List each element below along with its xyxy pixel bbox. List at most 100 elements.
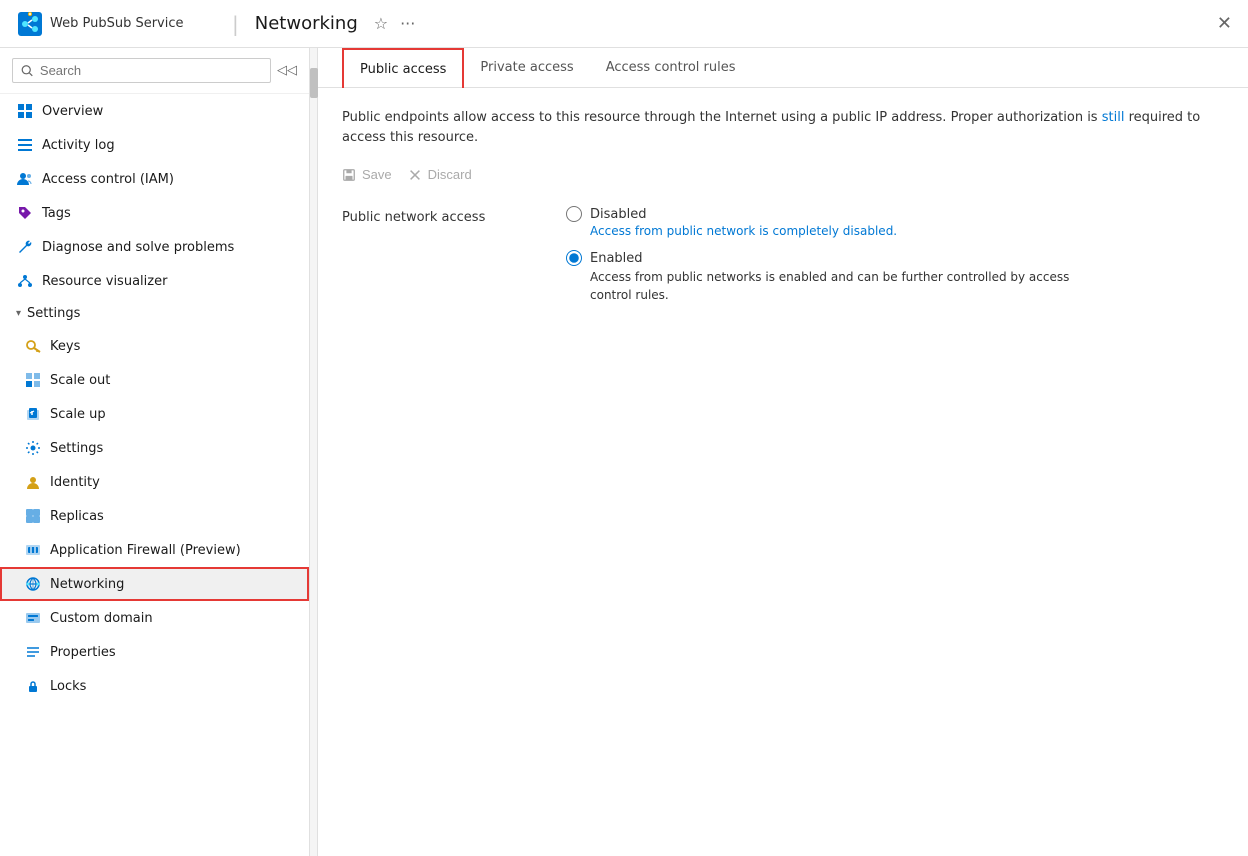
pubsub-logo-icon [16, 10, 44, 38]
settings-section-header[interactable]: ▾ Settings [0, 298, 309, 329]
sidebar-item-label: Application Firewall (Preview) [50, 543, 241, 558]
discard-label: Discard [428, 167, 472, 182]
radio-enabled[interactable] [566, 250, 582, 266]
identity-icon [24, 473, 42, 491]
scale-out-icon [24, 371, 42, 389]
sidebar-item-label: Tags [42, 206, 71, 221]
page-title: Networking [255, 13, 358, 34]
save-icon [342, 168, 356, 182]
main-layout: ◁◁ Overview Activity log [0, 48, 1248, 856]
radio-disabled-label: Disabled [590, 207, 646, 222]
sidebar-item-scale-out[interactable]: Scale out [0, 363, 309, 397]
sidebar-item-replicas[interactable]: Replicas [0, 499, 309, 533]
sidebar-item-label: Locks [50, 679, 86, 694]
sidebar-nav: Overview Activity log [0, 94, 309, 856]
sidebar-item-label: Overview [42, 104, 103, 119]
settings-icon [24, 439, 42, 457]
close-button[interactable]: ✕ [1217, 13, 1232, 34]
tab-public-access[interactable]: Public access [342, 48, 464, 88]
save-label: Save [362, 167, 392, 182]
settings-section-label: Settings [27, 306, 80, 321]
title-actions: ☆ ··· [374, 14, 416, 33]
radio-option-enabled: Enabled Access from public networks is e… [566, 250, 1086, 304]
sidebar-item-settings[interactable]: Settings [0, 431, 309, 465]
sidebar-item-custom-domain[interactable]: Custom domain [0, 601, 309, 635]
description-text: Public endpoints allow access to this re… [342, 108, 1202, 147]
star-icon[interactable]: ☆ [374, 14, 388, 33]
title-bar: Web PubSub Service | Networking ☆ ··· ✕ [0, 0, 1248, 48]
radio-group: Disabled Access from public network is c… [566, 206, 1086, 304]
radio-disabled-desc: Access from public network is completely… [566, 224, 1086, 238]
sidebar-item-label: Replicas [50, 509, 104, 524]
sidebar-item-label: Scale out [50, 373, 110, 388]
domain-icon [24, 609, 42, 627]
sidebar-item-label: Scale up [50, 407, 106, 422]
save-button[interactable]: Save [342, 163, 392, 186]
search-box[interactable] [12, 58, 271, 83]
sidebar-item-access-control[interactable]: Access control (IAM) [0, 162, 309, 196]
form-row: Public network access Disabled Access fr… [342, 206, 1224, 304]
sidebar-item-label: Settings [50, 441, 103, 456]
description-link[interactable]: still [1102, 110, 1125, 125]
radio-enabled-desc: Access from public networks is enabled a… [566, 268, 1086, 304]
sidebar-item-label: Access control (IAM) [42, 172, 174, 187]
radio-option-disabled: Disabled Access from public network is c… [566, 206, 1086, 238]
grid-icon [16, 102, 34, 120]
radio-disabled[interactable] [566, 206, 582, 222]
more-icon[interactable]: ··· [400, 14, 415, 33]
sidebar-item-label: Activity log [42, 138, 115, 153]
toolbar: Save Discard [342, 163, 1224, 186]
firewall-icon [24, 541, 42, 559]
discard-button[interactable]: Discard [408, 163, 472, 186]
list-icon [16, 136, 34, 154]
collapse-icon: ◁◁ [277, 63, 297, 78]
tag-icon [16, 204, 34, 222]
sidebar-item-label: Diagnose and solve problems [42, 240, 234, 255]
sidebar-item-networking[interactable]: Networking [0, 567, 309, 601]
settings-sub-nav: Keys Scale out [0, 329, 309, 703]
lock-icon [24, 677, 42, 695]
key-icon [24, 337, 42, 355]
sidebar-item-label: Identity [50, 475, 100, 490]
sidebar-item-keys[interactable]: Keys [0, 329, 309, 363]
tab-access-control-rules[interactable]: Access control rules [590, 48, 752, 87]
sidebar-item-firewall[interactable]: Application Firewall (Preview) [0, 533, 309, 567]
main-content: Public access Private access Access cont… [318, 48, 1248, 856]
visualizer-icon [16, 272, 34, 290]
sidebar-item-diagnose[interactable]: Diagnose and solve problems [0, 230, 309, 264]
radio-enabled-label: Enabled [590, 251, 643, 266]
sidebar-item-label: Resource visualizer [42, 274, 167, 289]
tab-private-access[interactable]: Private access [464, 48, 589, 87]
sidebar-item-overview[interactable]: Overview [0, 94, 309, 128]
service-name: Web PubSub Service [50, 16, 184, 31]
sidebar-item-scale-up[interactable]: Scale up [0, 397, 309, 431]
scale-up-icon [24, 405, 42, 423]
sidebar-item-label: Custom domain [50, 611, 153, 626]
properties-icon [24, 643, 42, 661]
sidebar-item-identity[interactable]: Identity [0, 465, 309, 499]
discard-icon [408, 168, 422, 182]
sidebar-search-row: ◁◁ [0, 48, 309, 94]
sidebar-item-activity-log[interactable]: Activity log [0, 128, 309, 162]
sidebar-item-resource-visualizer[interactable]: Resource visualizer [0, 264, 309, 298]
radio-label-enabled[interactable]: Enabled [566, 250, 1086, 266]
search-input[interactable] [40, 63, 262, 78]
people-icon [16, 170, 34, 188]
sidebar-item-properties[interactable]: Properties [0, 635, 309, 669]
sidebar: ◁◁ Overview Activity log [0, 48, 310, 856]
tab-bar: Public access Private access Access cont… [318, 48, 1248, 88]
networking-icon [24, 575, 42, 593]
sidebar-scrollbar[interactable] [310, 48, 318, 856]
sidebar-item-locks[interactable]: Locks [0, 669, 309, 703]
form-label: Public network access [342, 206, 542, 225]
chevron-down-icon: ▾ [16, 308, 21, 319]
sidebar-item-tags[interactable]: Tags [0, 196, 309, 230]
sidebar-item-label: Networking [50, 577, 124, 592]
collapse-button[interactable]: ◁◁ [277, 63, 297, 78]
title-separator: | [232, 12, 239, 36]
sidebar-item-label: Keys [50, 339, 80, 354]
service-logo: Web PubSub Service [16, 10, 216, 38]
replicas-icon [24, 507, 42, 525]
radio-label-disabled[interactable]: Disabled [566, 206, 1086, 222]
content-area: Public endpoints allow access to this re… [318, 88, 1248, 856]
